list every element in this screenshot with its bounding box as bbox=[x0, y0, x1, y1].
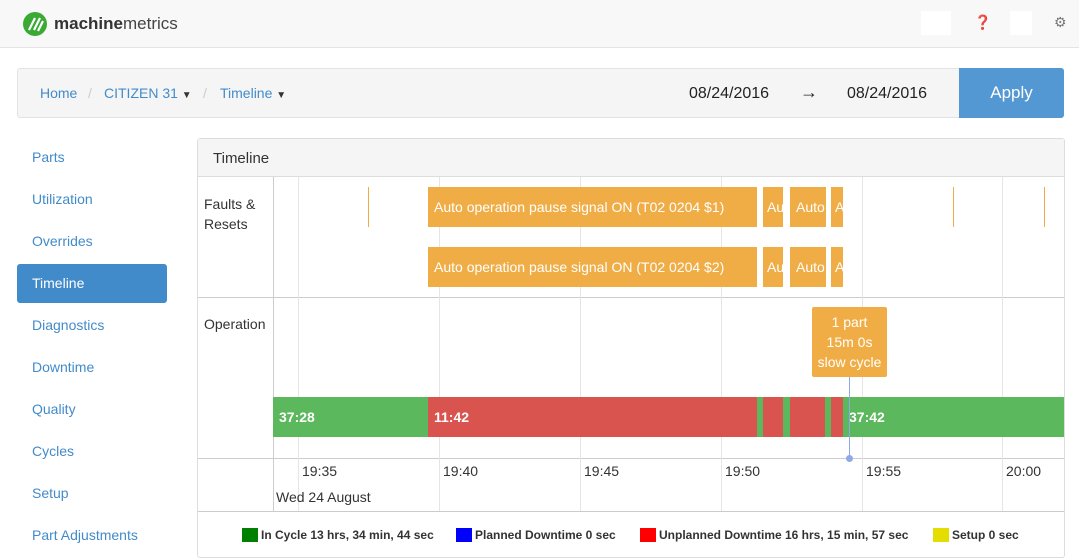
operation-segment-unplanned[interactable] bbox=[790, 397, 825, 437]
legend-item: Unplanned Downtime 16 hrs, 15 min, 57 se… bbox=[640, 528, 908, 542]
cycle-marker-line bbox=[849, 377, 850, 459]
operation-segment-unplanned[interactable] bbox=[763, 397, 783, 437]
breadcrumb-machine[interactable]: CITIZEN 31 ▼ bbox=[104, 85, 192, 101]
timeline-panel: Timeline Faults & Resets Operation Auto … bbox=[197, 138, 1065, 558]
fault-block[interactable]: A bbox=[831, 247, 843, 287]
sidebar-item-utilization[interactable]: Utilization bbox=[17, 180, 167, 219]
sidebar-item-downtime[interactable]: Downtime bbox=[17, 348, 167, 387]
logo-icon bbox=[23, 12, 47, 36]
sidebar-item-overrides[interactable]: Overrides bbox=[17, 222, 167, 261]
caret-down-icon: ▼ bbox=[181, 90, 192, 101]
fault-marker[interactable] bbox=[368, 187, 369, 227]
breadcrumb: Home / CITIZEN 31 ▼ / Timeline ▼ 08/24/2… bbox=[17, 68, 1064, 118]
fault-marker[interactable] bbox=[953, 187, 954, 227]
arrow-right-icon: → bbox=[800, 82, 818, 102]
tooltip-line: 15m 0s bbox=[826, 334, 873, 350]
date-label: Wed 24 August bbox=[276, 489, 371, 505]
grid-line bbox=[580, 177, 581, 511]
axis-tick-label: 19:50 bbox=[725, 463, 761, 479]
cycle-tooltip: 1 part 15m 0s slow cycle bbox=[812, 307, 887, 377]
operation-segment-unplanned[interactable] bbox=[831, 397, 843, 437]
legend-item: Setup 0 sec bbox=[933, 528, 1019, 542]
breadcrumb-page[interactable]: Timeline ▼ bbox=[220, 85, 286, 101]
sidebar-item-quality[interactable]: Quality bbox=[17, 390, 167, 429]
axis-tick-label: 19:55 bbox=[866, 463, 902, 479]
axis-tick-label: 20:00 bbox=[1006, 463, 1042, 479]
legend-label: Planned Downtime 0 sec bbox=[475, 528, 616, 542]
sidebar-item-cycles[interactable]: Cycles bbox=[17, 432, 167, 471]
fault-block[interactable]: Auto operation pause signal ON (T02 0204… bbox=[428, 187, 757, 227]
operation-segment-in-cycle[interactable] bbox=[783, 397, 790, 437]
tooltip-line: slow cycle bbox=[817, 354, 882, 370]
fault-block[interactable]: Auto bbox=[790, 187, 826, 227]
nav-placeholder-box[interactable] bbox=[921, 11, 951, 35]
legend-item: Planned Downtime 0 sec bbox=[456, 528, 616, 542]
end-date-input[interactable]: 08/24/2016 bbox=[847, 85, 927, 103]
axis-tick-label: 19:35 bbox=[302, 463, 338, 479]
legend-item: In Cycle 13 hrs, 34 min, 44 sec bbox=[242, 528, 434, 542]
tooltip-line: 1 part bbox=[831, 314, 868, 330]
legend-swatch bbox=[933, 528, 949, 542]
legend-label: Unplanned Downtime 16 hrs, 15 min, 57 se… bbox=[659, 528, 909, 542]
gear-icon[interactable]: ⚙ bbox=[1054, 14, 1067, 31]
axis-tick-label: 19:40 bbox=[443, 463, 479, 479]
fault-block[interactable]: Auto bbox=[790, 247, 826, 287]
fault-block[interactable]: Au bbox=[763, 247, 783, 287]
sidebar-item-timeline[interactable]: Timeline bbox=[17, 264, 167, 303]
grid-line bbox=[439, 177, 440, 511]
legend-swatch bbox=[640, 528, 656, 542]
apply-button[interactable]: Apply bbox=[959, 68, 1064, 118]
row-divider bbox=[198, 511, 1064, 512]
help-icon[interactable]: ❓ bbox=[974, 14, 991, 31]
caret-down-icon: ▼ bbox=[276, 90, 287, 101]
fault-block[interactable]: Au bbox=[763, 187, 783, 227]
operation-segment-in-cycle[interactable]: 37:28 bbox=[273, 397, 428, 437]
sidebar-item-setup[interactable]: Setup bbox=[17, 474, 167, 513]
sidebar-item-part-adjustments[interactable]: Part Adjustments bbox=[17, 516, 167, 555]
brand-logo[interactable]: machinemetrics bbox=[54, 14, 178, 34]
sidebar-item-parts[interactable]: Parts bbox=[17, 138, 167, 177]
grid-line bbox=[1002, 177, 1003, 511]
fault-block[interactable]: Auto operation pause signal ON (T02 0204… bbox=[428, 247, 757, 287]
fault-block[interactable]: A bbox=[831, 187, 843, 227]
start-date-input[interactable]: 08/24/2016 bbox=[689, 85, 769, 103]
breadcrumb-separator: / bbox=[203, 85, 207, 101]
operation-segment-unplanned[interactable]: 11:42 bbox=[428, 397, 757, 437]
breadcrumb-home[interactable]: Home bbox=[40, 85, 77, 101]
breadcrumb-separator: / bbox=[88, 85, 92, 101]
legend-label: In Cycle 13 hrs, 34 min, 44 sec bbox=[261, 528, 434, 542]
sidebar-item-diagnostics[interactable]: Diagnostics bbox=[17, 306, 167, 345]
cycle-marker-dot[interactable] bbox=[846, 455, 853, 462]
grid-line bbox=[298, 177, 299, 511]
legend-label: Setup 0 sec bbox=[952, 528, 1019, 542]
axis-tick-label: 19:45 bbox=[584, 463, 620, 479]
legend-swatch bbox=[456, 528, 472, 542]
grid-line bbox=[721, 177, 722, 511]
top-navbar: machinemetrics ❓ ⚙ bbox=[0, 0, 1079, 48]
operation-segment-in-cycle[interactable]: 37:42 bbox=[843, 397, 1064, 437]
legend-swatch bbox=[242, 528, 258, 542]
nav-placeholder-box[interactable] bbox=[1010, 11, 1032, 35]
fault-marker[interactable] bbox=[1044, 187, 1045, 227]
